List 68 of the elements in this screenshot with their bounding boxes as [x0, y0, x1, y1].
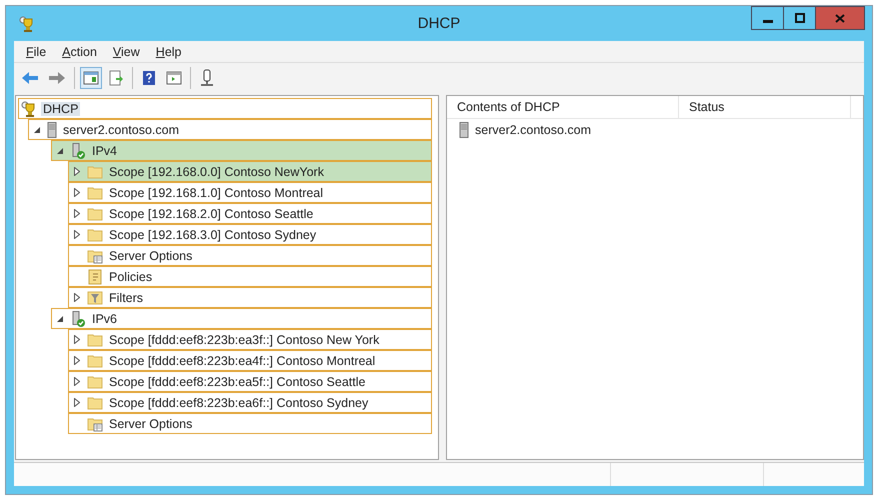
- trophy-icon: [21, 100, 37, 116]
- collapsed-arrow-icon[interactable]: [74, 398, 80, 407]
- close-icon: [835, 14, 845, 22]
- expanded-arrow-icon[interactable]: [57, 148, 63, 154]
- column-header[interactable]: Status: [679, 96, 851, 118]
- folder-icon: [87, 226, 103, 242]
- options-icon: [87, 416, 103, 432]
- folder-icon: [87, 184, 103, 200]
- tree-item[interactable]: Scope [fddd:eef8:223b:ea5f::] Contoso Seattle: [68, 371, 432, 392]
- help-icon: [141, 70, 157, 86]
- tree-item[interactable]: IPv4: [51, 140, 432, 161]
- document-icon: [87, 268, 103, 284]
- tree-item[interactable]: Scope [192.168.3.0] Contoso Sydney: [68, 224, 432, 245]
- tree-item[interactable]: Scope [192.168.2.0] Contoso Seattle: [68, 203, 432, 224]
- list-item[interactable]: server2.contoso.com: [475, 123, 592, 137]
- folder-icon: [87, 374, 103, 390]
- tree-item[interactable]: IPv6: [51, 308, 432, 329]
- tree-item[interactable]: Scope [fddd:eef8:223b:ea6f::] Contoso Sydney: [68, 392, 432, 413]
- tree-item[interactable]: Scope [192.168.1.0] Contoso Montreal: [68, 182, 432, 203]
- tree-item[interactable]: Scope [fddd:eef8:223b:ea4f::] Contoso Montreal: [68, 350, 432, 371]
- collapsed-arrow-icon[interactable]: [74, 356, 80, 365]
- stand-icon: [199, 69, 215, 87]
- menu-item[interactable]: View: [104, 44, 148, 58]
- tree-item[interactable]: Server Options: [68, 245, 432, 266]
- tree-item[interactable]: Policies: [68, 266, 432, 287]
- folder-icon: [87, 394, 103, 410]
- minimize-button[interactable]: [751, 6, 784, 30]
- folder-icon: [87, 332, 103, 348]
- collapsed-arrow-icon[interactable]: [74, 230, 80, 239]
- tree-item[interactable]: server2.contoso.com: [28, 119, 432, 140]
- tree-item[interactable]: Scope [fddd:eef8:223b:ea3f::] Contoso New York: [68, 329, 432, 350]
- minimize-icon: [762, 20, 772, 23]
- collapsed-arrow-icon[interactable]: [74, 293, 80, 302]
- column-header[interactable]: Contents of DHCP: [447, 96, 679, 118]
- toolbar-button[interactable]: [80, 67, 102, 89]
- server-check-icon: [70, 142, 86, 158]
- tree-item[interactable]: Server Options: [68, 413, 432, 434]
- expanded-arrow-icon[interactable]: [57, 316, 63, 322]
- options-icon: [87, 248, 103, 264]
- forward-arrow-icon: [48, 70, 66, 86]
- panel-icon: [166, 70, 182, 86]
- tree-panel-icon: [83, 70, 99, 86]
- window-title: DHCP: [418, 15, 460, 32]
- maximize-icon: [794, 13, 804, 23]
- app-icon: [19, 16, 35, 32]
- tree-item[interactable]: DHCP: [18, 98, 432, 119]
- collapsed-arrow-icon[interactable]: [74, 377, 80, 386]
- tree-item[interactable]: Filters: [68, 287, 432, 308]
- tree-item[interactable]: Scope [192.168.0.0] Contoso NewYork: [68, 161, 432, 182]
- menu-item[interactable]: File: [18, 44, 54, 58]
- collapsed-arrow-icon[interactable]: [74, 335, 80, 344]
- expanded-arrow-icon[interactable]: [34, 126, 40, 132]
- server-icon: [47, 122, 57, 138]
- export-list-icon: [108, 70, 124, 86]
- menu-item[interactable]: Action: [54, 44, 105, 58]
- collapsed-arrow-icon[interactable]: [74, 188, 80, 197]
- close-button[interactable]: [815, 6, 865, 30]
- server-icon: [459, 122, 469, 138]
- menu-item[interactable]: Help: [148, 44, 190, 58]
- collapsed-arrow-icon[interactable]: [74, 209, 80, 218]
- back-arrow-icon: [21, 70, 39, 86]
- collapsed-arrow-icon[interactable]: [74, 167, 80, 176]
- folder-icon: [87, 352, 103, 368]
- folder-icon: [87, 206, 103, 222]
- server-check-icon: [70, 310, 86, 326]
- funnel-icon: [87, 290, 103, 306]
- maximize-button[interactable]: [783, 6, 816, 30]
- folder-icon: [87, 164, 103, 180]
